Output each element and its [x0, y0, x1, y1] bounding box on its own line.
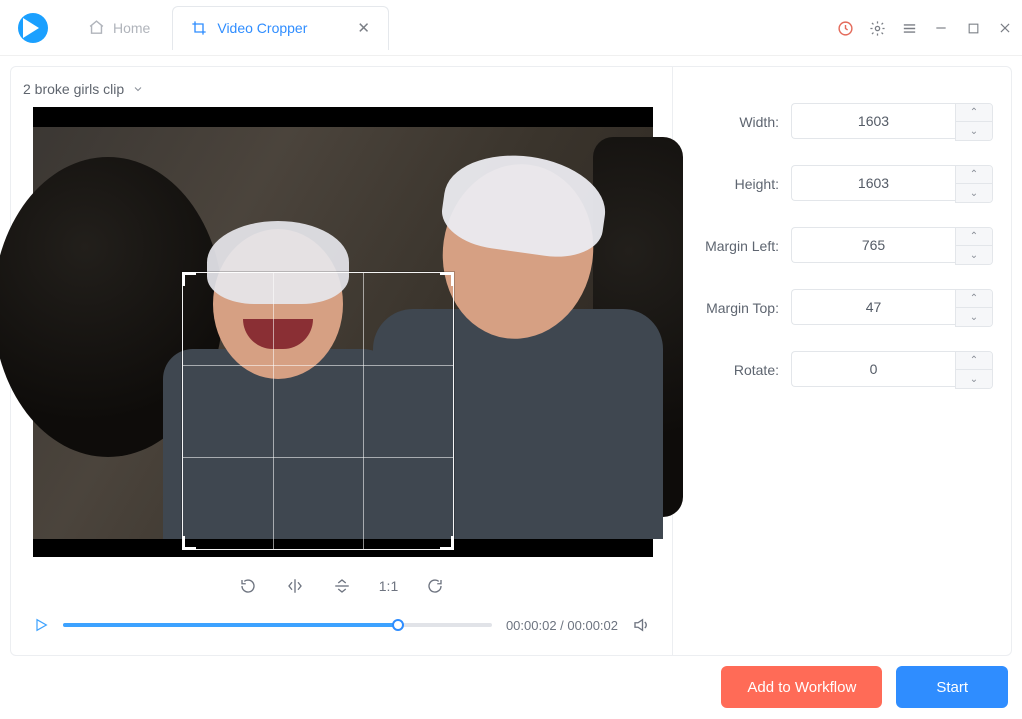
flip-horizontal-icon[interactable] — [285, 577, 305, 595]
field-margin-left: Margin Left: ⌃⌄ — [691, 227, 993, 265]
play-icon[interactable] — [33, 617, 49, 633]
close-window-icon[interactable] — [994, 17, 1016, 39]
app-logo — [18, 13, 48, 43]
tab-video-cropper[interactable]: Video Cropper ✕ — [172, 6, 389, 50]
rotate-cw-icon[interactable] — [239, 577, 257, 595]
undo-icon[interactable] — [426, 577, 444, 595]
activity-icon[interactable] — [834, 17, 856, 39]
field-height: Height: ⌃⌄ — [691, 165, 993, 203]
add-to-workflow-button[interactable]: Add to Workflow — [721, 666, 882, 708]
mleft-down[interactable]: ⌄ — [956, 246, 992, 264]
volume-icon[interactable] — [632, 616, 650, 634]
rotate-up[interactable]: ⌃ — [956, 352, 992, 370]
minimize-icon[interactable] — [930, 17, 952, 39]
mleft-up[interactable]: ⌃ — [956, 228, 992, 246]
chevron-down-icon — [132, 83, 144, 95]
field-width: Width: ⌃⌄ — [691, 103, 993, 141]
maximize-icon[interactable] — [962, 17, 984, 39]
left-pane: 2 broke girls clip — [11, 67, 673, 655]
playback-row: 00:00:02 / 00:00:02 — [11, 609, 672, 645]
mtop-up[interactable]: ⌃ — [956, 290, 992, 308]
field-margin-top: Margin Top: ⌃⌄ — [691, 289, 993, 327]
field-rotate: Rotate: ⌃⌄ — [691, 351, 993, 389]
height-input[interactable] — [791, 165, 955, 201]
height-down[interactable]: ⌄ — [956, 184, 992, 202]
gear-icon[interactable] — [866, 17, 888, 39]
home-icon — [88, 19, 105, 36]
video-preview[interactable] — [33, 107, 653, 557]
height-label: Height: — [735, 176, 779, 192]
titlebar: Home Video Cropper ✕ — [0, 0, 1022, 56]
close-tab-icon[interactable]: ✕ — [357, 19, 370, 37]
crop-selection[interactable] — [182, 272, 454, 550]
rotate-label: Rotate: — [734, 362, 779, 378]
margin-top-input[interactable] — [791, 289, 955, 325]
margin-left-label: Margin Left: — [705, 238, 779, 254]
margin-left-input[interactable] — [791, 227, 955, 263]
tab-home[interactable]: Home — [66, 0, 172, 56]
start-button[interactable]: Start — [896, 666, 1008, 708]
footer: Add to Workflow Start — [0, 656, 1022, 708]
width-down[interactable]: ⌄ — [956, 122, 992, 140]
seek-slider[interactable] — [63, 623, 492, 627]
crop-icon — [191, 20, 207, 36]
time-display: 00:00:02 / 00:00:02 — [506, 618, 618, 633]
tool-row: 1:1 — [11, 563, 672, 609]
width-label: Width: — [739, 114, 779, 130]
clip-name: 2 broke girls clip — [23, 81, 124, 97]
aspect-ratio-label[interactable]: 1:1 — [379, 578, 398, 594]
tab-active-label: Video Cropper — [217, 20, 307, 36]
rotate-input[interactable] — [791, 351, 955, 387]
margin-top-label: Margin Top: — [706, 300, 779, 316]
flip-vertical-icon[interactable] — [333, 576, 351, 596]
window-controls — [834, 0, 1016, 56]
mtop-down[interactable]: ⌄ — [956, 308, 992, 326]
menu-icon[interactable] — [898, 17, 920, 39]
rotate-down[interactable]: ⌄ — [956, 370, 992, 388]
main-panel: 2 broke girls clip — [10, 66, 1012, 656]
height-up[interactable]: ⌃ — [956, 166, 992, 184]
right-pane: Width: ⌃⌄ Height: ⌃⌄ Margin Left: ⌃⌄ Mar… — [673, 67, 1011, 655]
clip-dropdown[interactable]: 2 broke girls clip — [11, 81, 672, 107]
width-input[interactable] — [791, 103, 955, 139]
seek-thumb[interactable] — [392, 619, 404, 631]
width-up[interactable]: ⌃ — [956, 104, 992, 122]
tab-home-label: Home — [113, 20, 150, 36]
